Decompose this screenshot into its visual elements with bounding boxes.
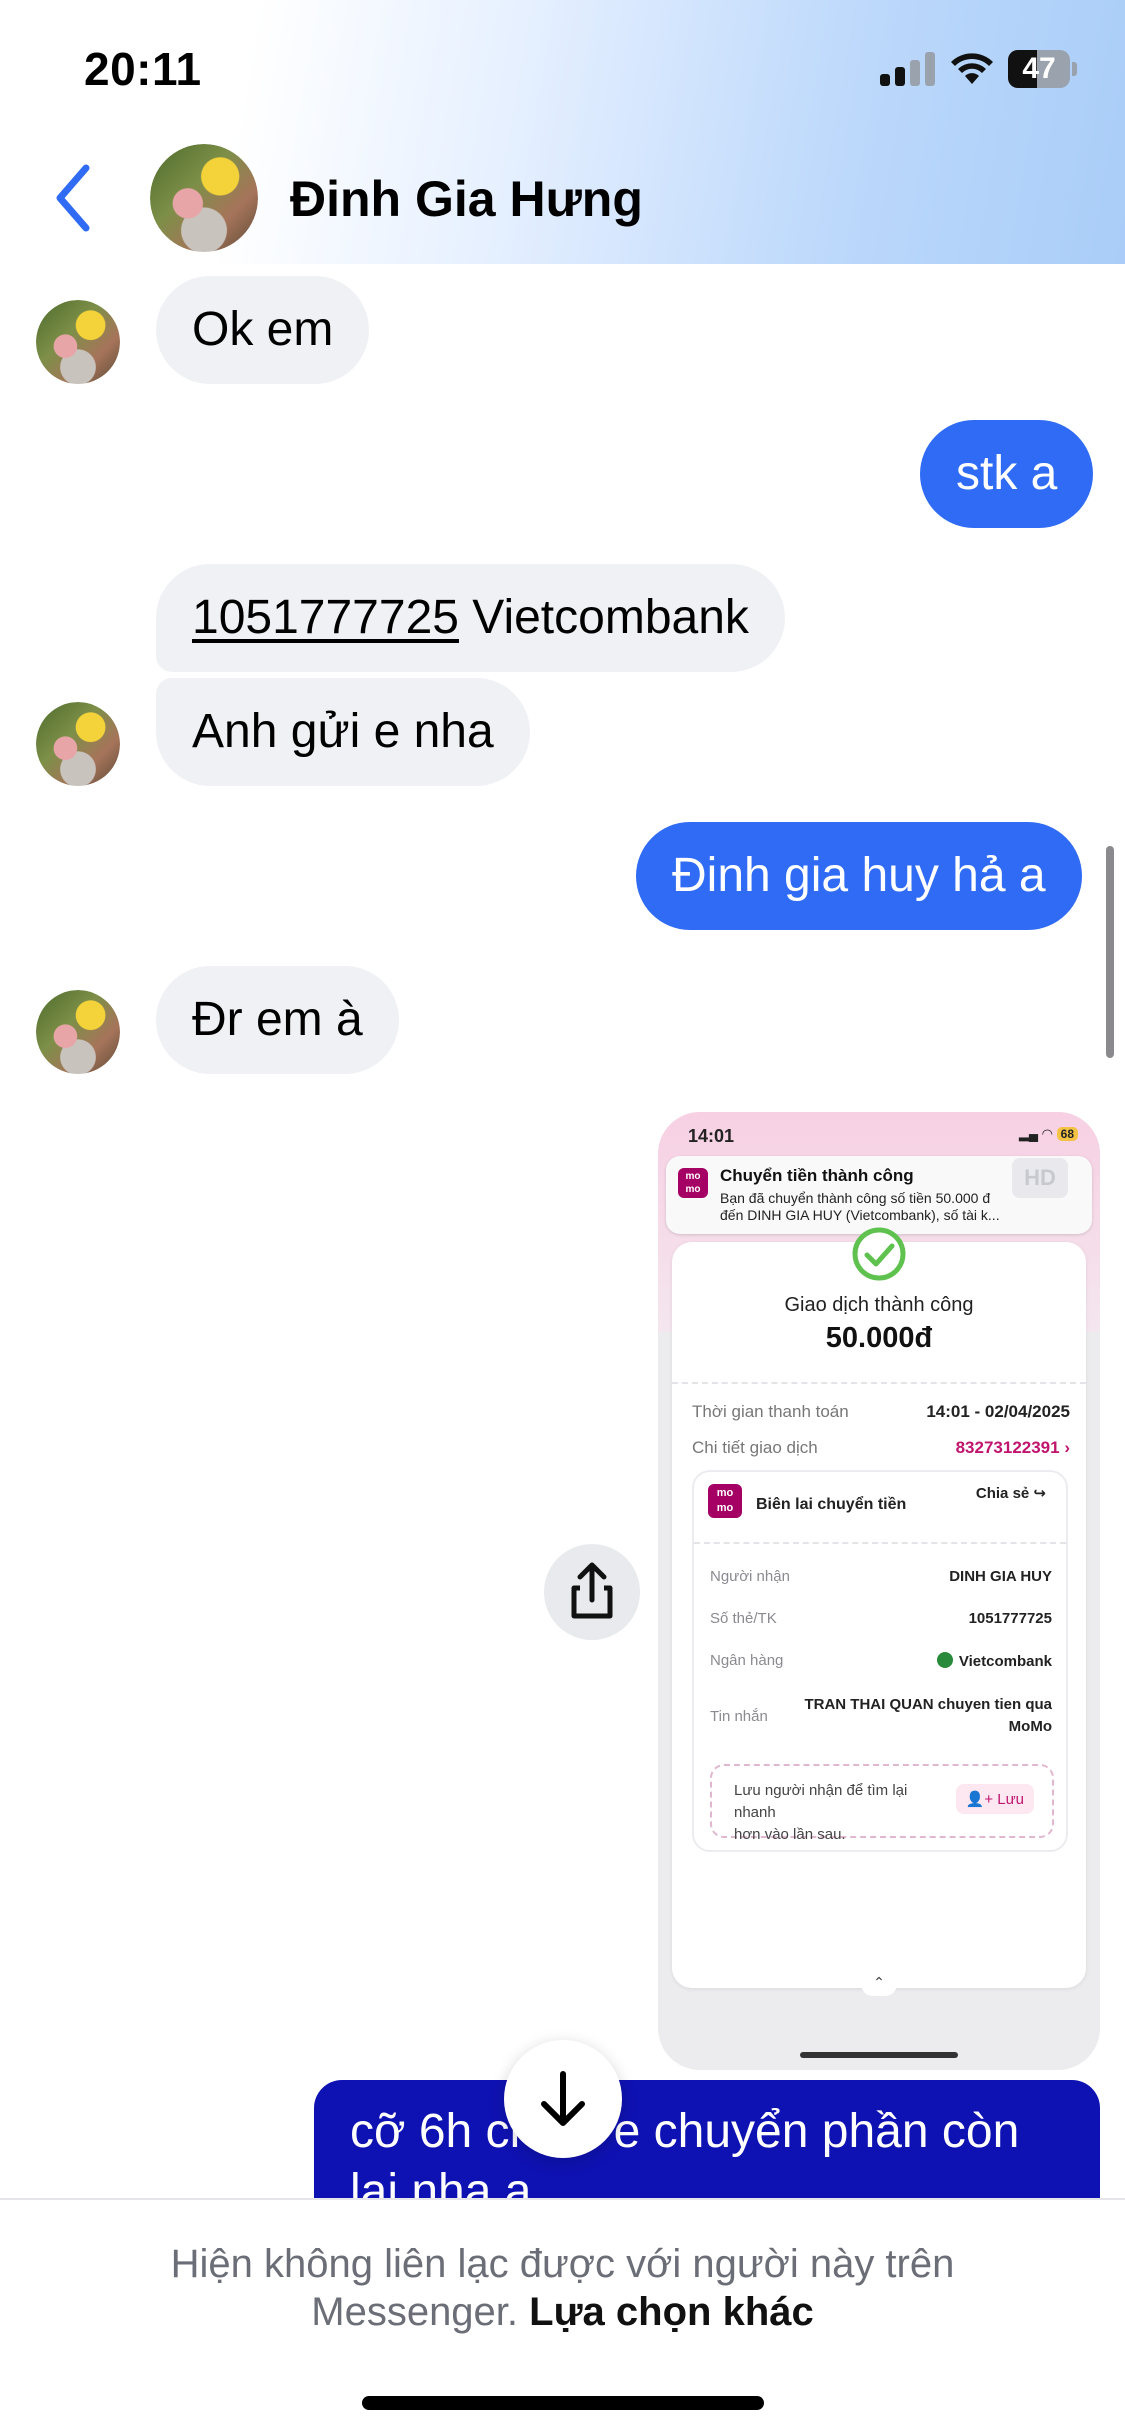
chevron-left-icon[interactable] (48, 160, 100, 236)
message-bubble-incoming[interactable]: Anh gửi e nha (156, 678, 530, 786)
recipient-row: Người nhận DINH GIA HUY (710, 1568, 1052, 1585)
message-text: stk a (956, 447, 1058, 500)
transaction-amount: 50.000đ (825, 1322, 933, 1354)
contact-name[interactable]: Đinh Gia Hưng (290, 170, 643, 228)
home-indicator[interactable] (362, 2396, 764, 2410)
message-bubble-incoming[interactable]: Ok em (156, 276, 370, 384)
message-row: Tin nhắn TRAN THAI QUAN chuyen tien qua M… (710, 1696, 1052, 1735)
check-circle-icon (852, 1227, 906, 1281)
message-bubble-incoming[interactable]: Đr em à (156, 966, 399, 1074)
avatar[interactable] (36, 990, 120, 1074)
signal-icon (880, 52, 936, 86)
message-text: Vietcombank (472, 591, 749, 644)
avatar[interactable] (36, 702, 120, 786)
save-button: 👤+ Lưu (955, 1784, 1034, 1814)
vietcombank-logo-icon (936, 1652, 953, 1668)
notice-text: Hiện không liên lạc được với người này t… (170, 2242, 955, 2286)
payment-time-row: Thời gian thanh toán 14:01 - 02/04/2025 (692, 1402, 1070, 1421)
arrow-down-icon (541, 2071, 585, 2126)
notice-text: Messenger. (311, 2290, 519, 2334)
shared-image-status: ▂▄ ◠ 68 (1019, 1126, 1078, 1142)
momo-logo-icon: mo mo (678, 1168, 708, 1198)
share-button[interactable] (544, 1544, 640, 1640)
battery-level: 47 (1022, 52, 1056, 85)
shared-image[interactable]: 14:01 ▂▄ ◠ 68 mo mo Chuyển tiền thành cô… (658, 1112, 1100, 2070)
message-bubble-outgoing[interactable]: stk a (920, 420, 1094, 528)
battery-icon: 47 (1008, 50, 1077, 88)
account-row: Số thẻ/TK 1051777725 (710, 1610, 1052, 1627)
message-text: Đinh gia huy hả a (672, 849, 1046, 902)
save-recipient-box: Lưu người nhận để tìm lại nhanh hơn vào l… (710, 1764, 1054, 1843)
share-mini-button: Chia sẻ ↪ (967, 1480, 1054, 1506)
other-options-link[interactable]: Lựa chọn khác (529, 2290, 814, 2334)
hd-badge[interactable]: HD (1012, 1158, 1068, 1198)
message-bubble-outgoing[interactable]: Đinh gia huy hả a (636, 822, 1082, 930)
message-bubble-incoming[interactable]: 1051777725 Vietcombank (156, 564, 785, 672)
transaction-card: Giao dịch thành công 50.000đ Thời gian t… (672, 1227, 1086, 1996)
chat-header: 20:11 47 Đinh Gia Hưng (0, 0, 1125, 264)
status-time: 20:11 (84, 43, 202, 95)
message-text: Ok em (192, 303, 334, 356)
message-text: Anh gửi e nha (192, 705, 494, 758)
account-number-link[interactable]: 1051777725 (192, 591, 459, 644)
scroll-to-bottom-button[interactable] (504, 2040, 622, 2158)
contact-avatar[interactable] (150, 144, 258, 252)
chevron-up-icon: ⌃ (861, 1974, 897, 1996)
shared-image-time: 14:01 (688, 1126, 735, 1146)
bank-row: Ngân hàng Vietcombank (710, 1652, 1052, 1670)
receipt-panel: mo mo Biên lai chuyển tiền Chia sẻ ↪ Ngư… (692, 1470, 1068, 1852)
wifi-icon (951, 53, 993, 84)
message-text: Đr em à (192, 993, 363, 1046)
notification-title: Chuyển tiền thành công (720, 1166, 914, 1185)
momo-logo-icon: mo mo (708, 1484, 742, 1518)
transaction-detail-row: Chi tiết giao dịch 83273122391 › (692, 1438, 1070, 1457)
transaction-status: Giao dịch thành công (784, 1294, 974, 1316)
avatar[interactable] (36, 300, 120, 384)
receipt-title: Biên lai chuyển tiền (756, 1496, 907, 1513)
share-icon (571, 1562, 613, 1619)
scrollbar[interactable] (1106, 846, 1114, 1058)
